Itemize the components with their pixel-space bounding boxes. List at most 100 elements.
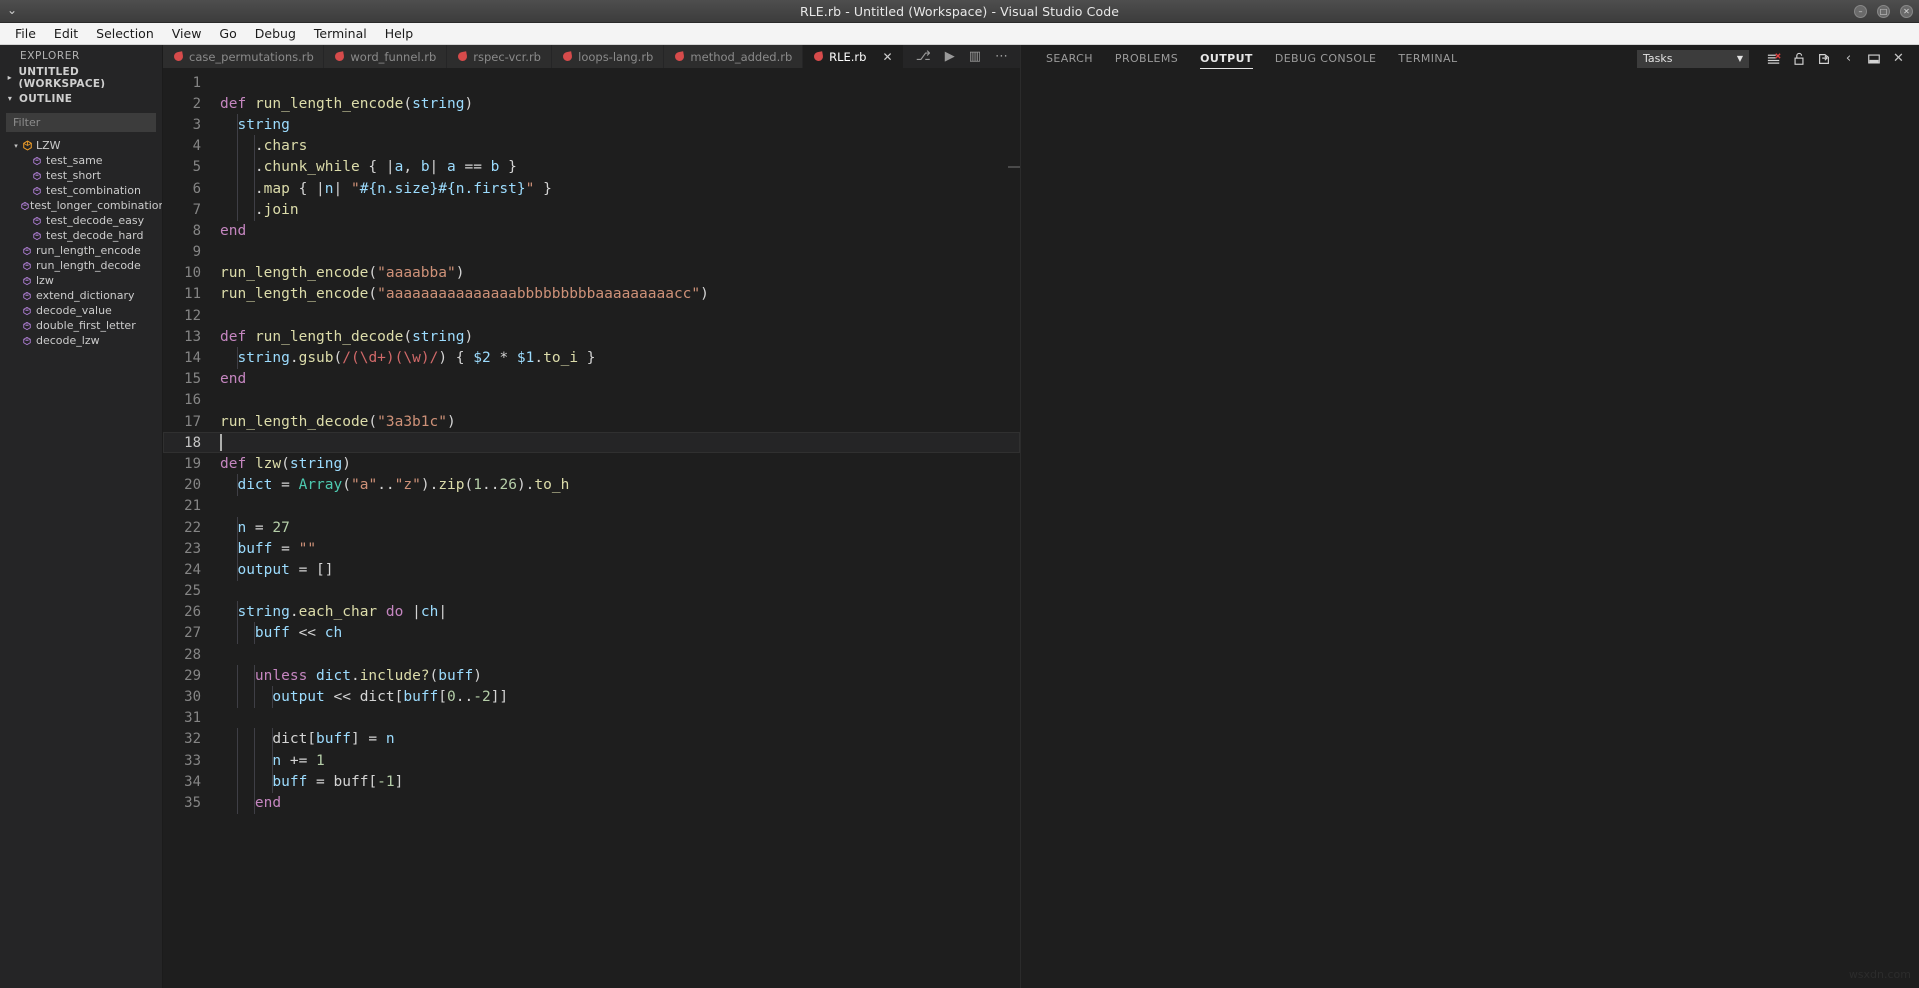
- tab-terminal[interactable]: TERMINAL: [1387, 45, 1468, 72]
- tab-problems[interactable]: PROBLEMS: [1104, 45, 1189, 72]
- outline-filter-input[interactable]: [6, 113, 156, 132]
- code-line[interactable]: 18: [163, 432, 1020, 453]
- output-channel-select[interactable]: Tasks ▼: [1637, 50, 1749, 68]
- code-editor[interactable]: 12def run_length_encode(string)3 string4…: [163, 68, 1020, 988]
- menu-item-terminal[interactable]: Terminal: [305, 24, 376, 43]
- outline-item[interactable]: test_combination: [0, 183, 162, 198]
- code-line[interactable]: 34 buff = buff[-1]: [163, 771, 1020, 792]
- open-in-editor-icon[interactable]: [1811, 48, 1836, 70]
- code-line[interactable]: 30 output << dict[buff[0..-2]]: [163, 686, 1020, 707]
- code-line[interactable]: 22 n = 27: [163, 517, 1020, 538]
- code-line[interactable]: 24 output = []: [163, 559, 1020, 580]
- split-editor-icon[interactable]: ▥: [969, 50, 981, 63]
- editor-tab[interactable]: method_added.rb: [664, 45, 803, 68]
- run-icon[interactable]: ▶: [945, 50, 955, 63]
- outline-item[interactable]: double_first_letter: [0, 318, 162, 333]
- tab-search[interactable]: SEARCH: [1035, 45, 1104, 72]
- code-line[interactable]: 8end: [163, 220, 1020, 241]
- code-line[interactable]: 15end: [163, 369, 1020, 390]
- window-menu-chevron-icon[interactable]: ⌄: [7, 3, 17, 17]
- outline-item[interactable]: test_longer_combination: [0, 198, 162, 213]
- close-button[interactable]: ✕: [1900, 5, 1913, 18]
- code-line[interactable]: 1: [163, 72, 1020, 93]
- outline-item[interactable]: run_length_decode: [0, 258, 162, 273]
- token-kw: end: [255, 795, 281, 811]
- menu-item-go[interactable]: Go: [210, 24, 245, 43]
- text-cursor: [220, 434, 222, 451]
- code-line[interactable]: 27 buff << ch: [163, 623, 1020, 644]
- code-line[interactable]: 7 .join: [163, 199, 1020, 220]
- code-line[interactable]: 25: [163, 581, 1020, 602]
- code-line[interactable]: 26 string.each_char do |ch|: [163, 602, 1020, 623]
- code-line[interactable]: 2def run_length_encode(string): [163, 93, 1020, 114]
- code-line[interactable]: 10run_length_encode("aaaabba"): [163, 263, 1020, 284]
- output-content[interactable]: wsxdn.com: [1021, 72, 1919, 988]
- token-var: string: [237, 117, 289, 133]
- previous-icon[interactable]: ‹: [1836, 48, 1861, 70]
- menu-item-view[interactable]: View: [163, 24, 211, 43]
- menu-item-file[interactable]: File: [6, 24, 45, 43]
- code-line[interactable]: 4 .chars: [163, 136, 1020, 157]
- tab-debug-console[interactable]: DEBUG CONSOLE: [1264, 45, 1388, 72]
- panel-actions: Tasks ▼: [1637, 45, 1919, 72]
- token-pl: [220, 541, 237, 557]
- code-line[interactable]: 11run_length_encode("aaaaaaaaaaaaaaabbbb…: [163, 284, 1020, 305]
- close-tab-icon[interactable]: ✕: [882, 51, 892, 63]
- line-number: 16: [163, 392, 220, 408]
- code-line[interactable]: 5 .chunk_while { |a, b| a == b }: [163, 157, 1020, 178]
- clear-output-icon[interactable]: [1761, 48, 1786, 70]
- code-line[interactable]: 32 dict[buff] = n: [163, 729, 1020, 750]
- maximize-button[interactable]: □: [1877, 5, 1890, 18]
- token-pl: =: [272, 541, 298, 557]
- code-line[interactable]: 17run_length_decode("3a3b1c"): [163, 411, 1020, 432]
- code-line[interactable]: 29 unless dict.include?(buff): [163, 665, 1020, 686]
- menu-item-help[interactable]: Help: [376, 24, 423, 43]
- code-line[interactable]: 21: [163, 496, 1020, 517]
- code-line[interactable]: 3 string: [163, 114, 1020, 135]
- sidebar-section-workspace[interactable]: ▸ UNTITLED (WORKSPACE): [0, 67, 162, 88]
- token-num: -2: [473, 689, 490, 705]
- close-panel-icon[interactable]: ✕: [1886, 48, 1911, 70]
- token-pl: |: [430, 159, 447, 175]
- menu-item-edit[interactable]: Edit: [45, 24, 87, 43]
- code-line[interactable]: 9: [163, 242, 1020, 263]
- outline-item[interactable]: extend_dictionary: [0, 288, 162, 303]
- maximize-panel-icon[interactable]: [1861, 48, 1886, 70]
- sidebar-section-outline[interactable]: ▾ OUTLINE: [0, 88, 162, 109]
- code-line[interactable]: 13def run_length_decode(string): [163, 326, 1020, 347]
- code-line[interactable]: 28: [163, 644, 1020, 665]
- outline-item[interactable]: lzw: [0, 273, 162, 288]
- code-line[interactable]: 12: [163, 305, 1020, 326]
- code-line[interactable]: 33 n += 1: [163, 750, 1020, 771]
- menu-item-debug[interactable]: Debug: [246, 24, 305, 43]
- outline-item[interactable]: test_decode_easy: [0, 213, 162, 228]
- code-line[interactable]: 16: [163, 390, 1020, 411]
- editor-tab[interactable]: word_funnel.rb: [324, 45, 447, 68]
- code-line[interactable]: 14 string.gsub(/(\d+)(\w)/) { $2 * $1.to…: [163, 347, 1020, 368]
- sidebar-title: EXPLORER: [0, 45, 162, 67]
- code-line[interactable]: 23 buff = "": [163, 538, 1020, 559]
- lock-scroll-icon[interactable]: [1786, 48, 1811, 70]
- outline-item[interactable]: ▾LZW: [0, 138, 162, 153]
- code-line[interactable]: 19def lzw(string): [163, 453, 1020, 474]
- outline-item[interactable]: test_short: [0, 168, 162, 183]
- code-line[interactable]: 35 end: [163, 792, 1020, 813]
- menu-item-selection[interactable]: Selection: [87, 24, 163, 43]
- code-line[interactable]: 6 .map { |n| "#{n.size}#{n.first}" }: [163, 178, 1020, 199]
- minimize-button[interactable]: –: [1854, 5, 1867, 18]
- tab-output[interactable]: OUTPUT: [1189, 45, 1264, 72]
- more-actions-icon[interactable]: ⋯: [995, 50, 1008, 63]
- code-line-content: .join: [220, 202, 299, 218]
- outline-item[interactable]: decode_value: [0, 303, 162, 318]
- split-terminal-icon[interactable]: ⎇: [916, 50, 931, 63]
- code-line[interactable]: 31: [163, 708, 1020, 729]
- editor-tab[interactable]: case_permutations.rb: [163, 45, 324, 68]
- outline-item[interactable]: run_length_encode: [0, 243, 162, 258]
- outline-item[interactable]: decode_lzw: [0, 333, 162, 348]
- editor-tab-active[interactable]: RLE.rb✕: [803, 45, 904, 68]
- editor-tab[interactable]: loops-lang.rb: [552, 45, 664, 68]
- code-line[interactable]: 20 dict = Array("a".."z").zip(1..26).to_…: [163, 475, 1020, 496]
- outline-item[interactable]: test_decode_hard: [0, 228, 162, 243]
- editor-tab[interactable]: rspec-vcr.rb: [447, 45, 552, 68]
- outline-item[interactable]: test_same: [0, 153, 162, 168]
